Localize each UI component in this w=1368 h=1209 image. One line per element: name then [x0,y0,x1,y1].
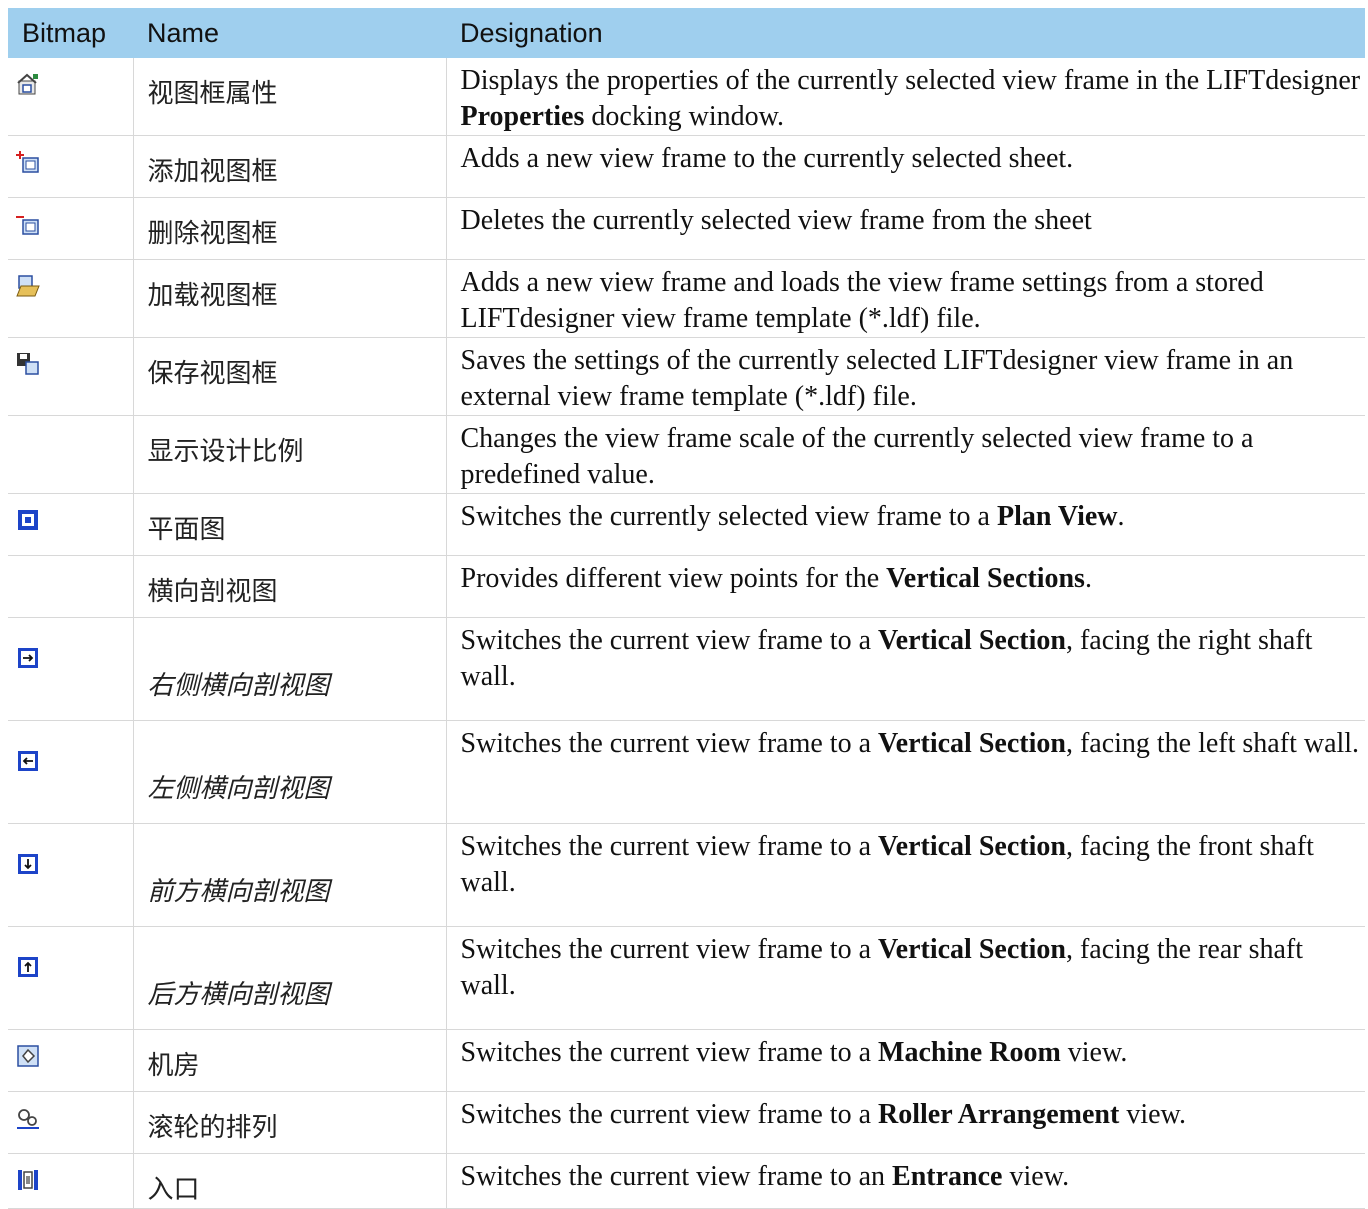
header-designation: Designation [446,8,1365,58]
table-row: 显示设计比例 Changes the view frame scale of t… [8,415,1365,494]
row-name: 入口 [132,1153,446,1209]
row-designation: Provides different view points for the V… [445,555,1365,618]
row-name: 删除视图框 [132,197,446,260]
row-name: 平面图 [132,493,446,556]
machine-room-icon [17,1045,39,1067]
table-row: 入口 Switches the current view frame to an… [8,1153,1365,1209]
save-view-frame-icon [17,353,39,375]
table-row: 滚轮的排列 Switches the current view frame to… [8,1091,1365,1154]
table-row: 横向剖视图 Provides different view points for… [8,555,1365,618]
add-view-frame-icon [16,151,39,173]
row-designation: Switches the current view frame to a Ver… [445,617,1365,721]
toolbar-commands-table: Bitmap Name Designation 视图框属性 Displays t… [8,8,1365,1209]
table-row: 添加视图框 Adds a new view frame to the curre… [8,135,1365,198]
row-name: 视图框属性 [132,58,446,136]
row-designation: Saves the settings of the currently sele… [445,337,1365,416]
load-view-frame-icon [16,275,40,297]
row-designation: Switches the current view frame to a Ver… [445,720,1365,824]
row-designation: Switches the current view frame to a Mac… [445,1029,1365,1092]
row-designation: Switches the current view frame to a Rol… [445,1091,1365,1154]
table-row: 后方横向剖视图 Switches the current view frame … [8,926,1365,1030]
row-name: 右侧横向剖视图 [132,617,446,721]
row-designation: Switches the current view frame to a Ver… [445,926,1365,1030]
row-name: 保存视图框 [132,337,446,416]
row-designation: Adds a new view frame to the currently s… [445,135,1365,198]
table-row: 左侧横向剖视图 Switches the current view frame … [8,720,1365,824]
table-row: 右侧横向剖视图 Switches the current view frame … [8,617,1365,721]
plan-view-icon [18,510,38,530]
section-left-icon [18,751,38,771]
table-row: 机房 Switches the current view frame to a … [8,1029,1365,1092]
row-name: 滚轮的排列 [132,1091,446,1154]
table-row: 视图框属性 Displays the properties of the cur… [8,58,1365,136]
table-row: 保存视图框 Saves the settings of the currentl… [8,337,1365,416]
section-right-icon [18,648,38,668]
roller-arrangement-icon [17,1109,39,1129]
header-bitmap: Bitmap [8,8,133,58]
row-designation: Switches the currently selected view fra… [445,493,1365,556]
row-name: 前方横向剖视图 [132,823,446,927]
view-frame-properties-icon [17,73,38,95]
row-designation: Switches the current view frame to an En… [445,1153,1365,1209]
row-name: 添加视图框 [132,135,446,198]
entrance-icon [18,1170,38,1190]
row-name: 左侧横向剖视图 [132,720,446,824]
table-row: 删除视图框 Deletes the currently selected vie… [8,197,1365,260]
row-designation: Displays the properties of the currently… [445,58,1365,136]
row-name: 显示设计比例 [132,415,446,494]
header-row: Bitmap Name Designation [8,8,1365,58]
row-designation: Switches the current view frame to a Ver… [445,823,1365,927]
section-rear-icon [18,957,38,977]
table-row: 前方横向剖视图 Switches the current view frame … [8,823,1365,927]
table-row: 加载视图框 Adds a new view frame and loads th… [8,259,1365,338]
delete-view-frame-icon [16,216,39,235]
header-name: Name [133,8,446,58]
row-name: 加载视图框 [132,259,446,338]
row-designation: Adds a new view frame and loads the view… [445,259,1365,338]
section-front-icon [18,854,38,874]
row-name: 横向剖视图 [132,555,446,618]
row-name: 机房 [132,1029,446,1092]
table-row: 平面图 Switches the currently selected view… [8,493,1365,556]
row-name: 后方横向剖视图 [132,926,446,1030]
row-designation: Changes the view frame scale of the curr… [445,415,1365,494]
row-designation: Deletes the currently selected view fram… [445,197,1365,260]
